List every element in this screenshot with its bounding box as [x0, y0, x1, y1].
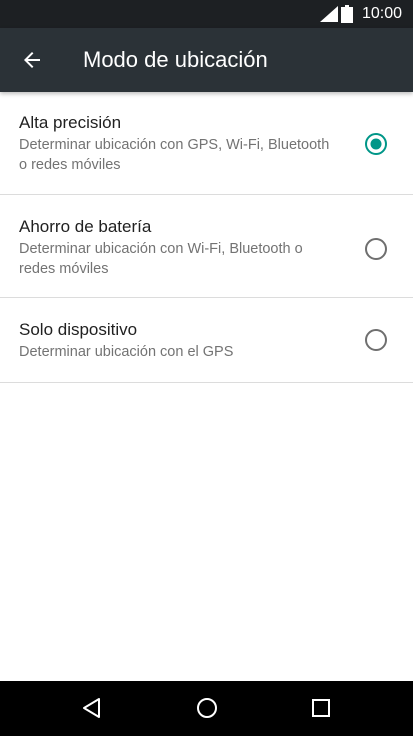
option-title: Solo dispositivo [19, 320, 138, 339]
arrow-back-icon[interactable] [20, 48, 44, 72]
app-toolbar: Modo de ubicación [0, 28, 413, 92]
battery-icon [341, 5, 353, 23]
status-bar: 10:00 [0, 0, 413, 28]
signal-icon [320, 6, 338, 22]
system-nav-bar [0, 681, 413, 736]
radio-unselected-icon[interactable] [364, 328, 388, 352]
option-description: Determinar ubicación con Wi-Fi, Bluetoot… [19, 241, 303, 277]
radio-selected-icon[interactable] [364, 132, 388, 156]
option-device-only[interactable]: Solo dispositivo Determinar ubicación co… [0, 298, 413, 383]
option-title: Ahorro de batería [19, 217, 152, 236]
option-title: Alta precisión [19, 113, 122, 132]
recents-square-icon[interactable] [309, 696, 333, 720]
option-texts: Solo dispositivo Determinar ubicación co… [19, 320, 339, 362]
home-circle-icon[interactable] [195, 696, 219, 720]
option-description: Determinar ubicación con el GPS [19, 344, 234, 360]
option-texts: Alta precisión Determinar ubicación con … [19, 113, 339, 175]
page-title: Modo de ubicación [83, 47, 268, 72]
option-battery-saving[interactable]: Ahorro de batería Determinar ubicación c… [0, 195, 413, 298]
option-description: Determinar ubicación con GPS, Wi-Fi, Blu… [19, 137, 330, 173]
location-mode-screen: 10:00 Modo de ubicación Alta precisión D… [0, 0, 413, 736]
radio-unselected-icon[interactable] [364, 237, 388, 261]
status-time: 10:00 [362, 5, 403, 22]
back-triangle-icon[interactable] [80, 696, 104, 720]
location-mode-list: Alta precisión Determinar ubicación con … [0, 92, 413, 383]
option-high-accuracy[interactable]: Alta precisión Determinar ubicación con … [0, 92, 413, 195]
option-texts: Ahorro de batería Determinar ubicación c… [19, 217, 339, 279]
